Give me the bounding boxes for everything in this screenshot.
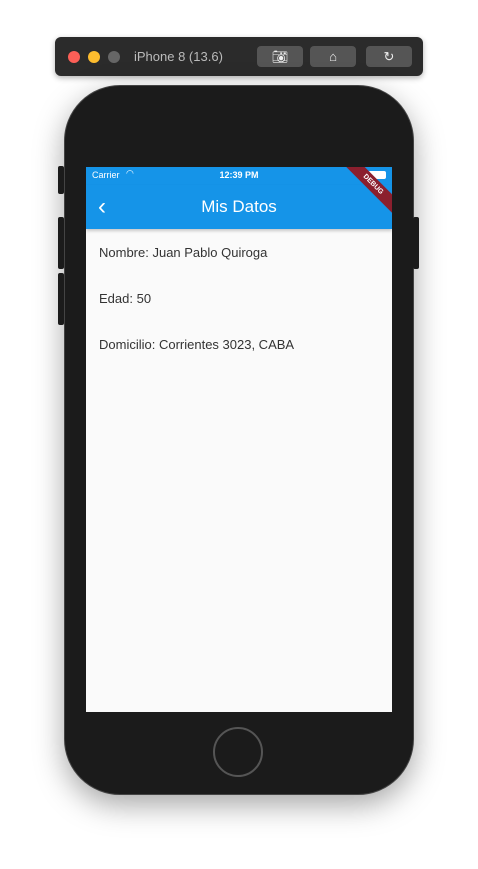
- volume-up-button[interactable]: [58, 217, 64, 269]
- address-text: Domicilio: Corrientes 3023, CABA: [99, 337, 295, 352]
- simulator-title: iPhone 8 (13.6): [134, 49, 223, 64]
- screenshot-button[interactable]: 📷︎: [257, 46, 303, 67]
- home-button[interactable]: ⌂: [310, 46, 356, 67]
- age-text: Edad: 50: [99, 291, 152, 306]
- name-text: Nombre: Juan Pablo Quiroga: [99, 245, 268, 260]
- simulator-toolbar: iPhone 8 (13.6) 📷︎ ⌂ ↻: [55, 37, 423, 76]
- power-button[interactable]: [413, 217, 419, 269]
- status-time: 12:39 PM: [219, 170, 259, 180]
- close-window-button[interactable]: [68, 51, 80, 63]
- zoom-window-button[interactable]: [108, 51, 120, 63]
- home-icon: ⌂: [329, 49, 337, 64]
- volume-down-button[interactable]: [58, 273, 64, 325]
- status-bar: Carrier ◠ 12:39 PM: [86, 167, 392, 185]
- minimize-window-button[interactable]: [88, 51, 100, 63]
- camera-icon: 📷︎: [271, 49, 289, 64]
- app-screen: Carrier ◠ 12:39 PM ‹ Mis Datos DEBUG Nom…: [86, 167, 392, 712]
- rotate-icon: ↻: [383, 49, 395, 64]
- app-bar: ‹ Mis Datos: [86, 185, 392, 229]
- mute-switch: [58, 166, 64, 194]
- page-title: Mis Datos: [201, 197, 277, 216]
- rotate-button[interactable]: ↻: [366, 46, 412, 67]
- home-hardware-button[interactable]: [213, 727, 263, 777]
